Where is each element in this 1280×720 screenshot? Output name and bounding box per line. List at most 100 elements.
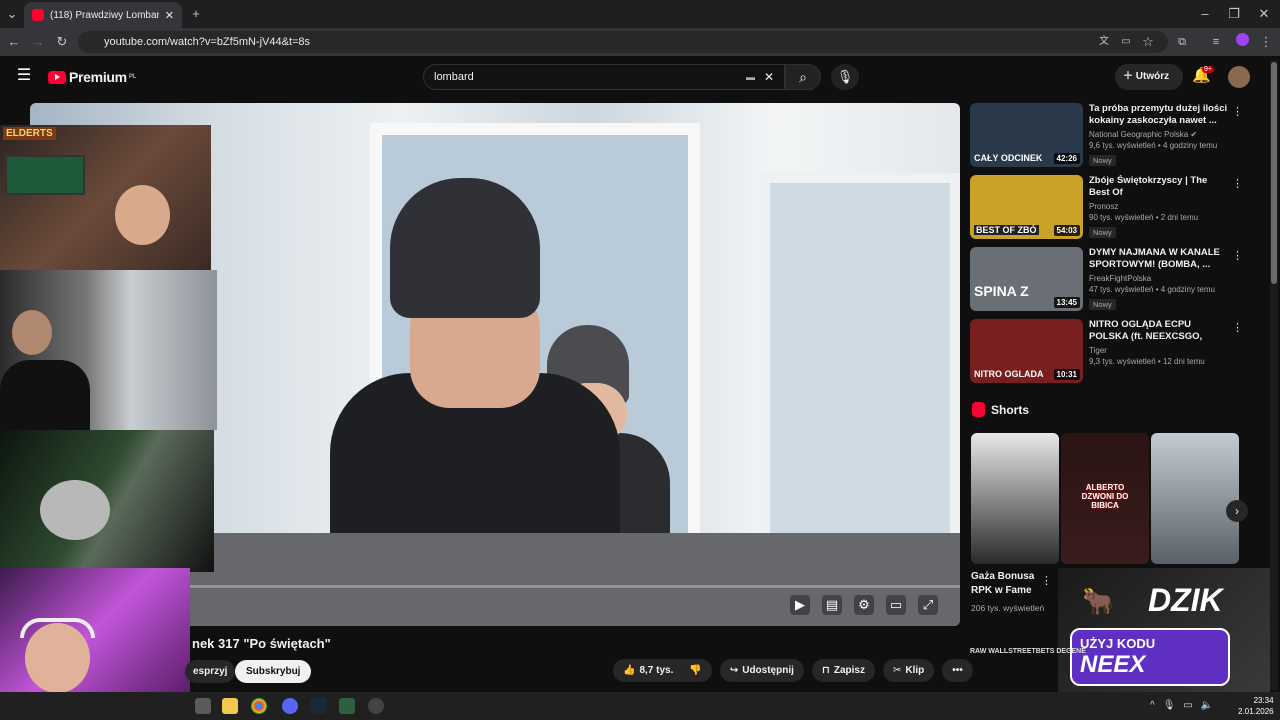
hamburger-menu-icon[interactable]: ☰ [14, 66, 34, 86]
search-input[interactable]: lombard ▬ ✕ [423, 64, 785, 90]
new-tab-icon[interactable]: + [186, 4, 206, 24]
dzik-ad-banner[interactable]: 🐂 DZIK UŻYJ KODU NEEX [1058, 568, 1270, 692]
forward-icon[interactable]: → [28, 32, 48, 52]
aquarium-image [5, 155, 85, 195]
reload-icon[interactable]: ↻ [52, 32, 72, 52]
next-recommendation-title[interactable]: RAW WALLSTREETBETS DEGENE [970, 648, 1086, 655]
microphone-tray-icon[interactable]: 🎙 [1163, 700, 1176, 711]
recommendation-title[interactable]: DYMY NAJMANA W KANALE SPORTOWYM! (BOMBA,… [1089, 247, 1229, 271]
app-icon[interactable] [339, 698, 355, 714]
short-thumbnail[interactable] [1151, 433, 1239, 564]
translate-icon[interactable]: 文 [1094, 32, 1114, 52]
subscribe-button[interactable]: Subskrybuj [235, 660, 312, 683]
close-tab-icon[interactable]: ✕ [165, 9, 174, 22]
webcam-overlay-4 [0, 568, 190, 692]
browser-menu-icon[interactable]: ⋮ [1256, 32, 1276, 52]
clear-search-icon[interactable]: ✕ [764, 65, 774, 89]
fullscreen-icon[interactable]: ⤢ [918, 595, 938, 615]
page-scrollbar-thumb[interactable] [1271, 62, 1277, 284]
more-options-icon[interactable]: ⋮ [1232, 249, 1243, 262]
file-explorer-icon[interactable] [222, 698, 238, 714]
shorts-heading-label: Shorts [991, 402, 1030, 417]
address-bar[interactable]: youtube.com/watch?v=bZf5mN-jV44&t=8s [78, 31, 1168, 53]
settings-gear-icon[interactable]: ⚙ [854, 595, 874, 615]
restore-icon[interactable]: ❐ [1224, 4, 1244, 24]
save-label: Zapisz [833, 665, 865, 676]
headphones-icon [20, 618, 95, 638]
recommendation-thumbnail[interactable]: BEST OF ZBÓ 54:03 [970, 175, 1083, 239]
recommendation-meta: 9,6 tys. wyświetleń • 4 godziny temu [1089, 141, 1218, 150]
recommendation-channel[interactable]: Pronosz [1089, 202, 1229, 211]
more-options-icon[interactable]: ⋮ [1232, 321, 1243, 334]
video-controls: ▶ ▤ ⚙ ▭ ⤢ [790, 595, 938, 615]
short-more-options-icon[interactable]: ⋮ [1041, 574, 1052, 587]
recommendation-title[interactable]: Ta próba przemytu dużej ilości kokainy z… [1089, 103, 1229, 127]
recommendation-channel[interactable]: Tiger [1089, 346, 1229, 355]
volume-icon[interactable]: 🔈 [1201, 700, 1213, 711]
taskbar-clock[interactable]: 23:34 2.01.2026 [1238, 695, 1274, 717]
theater-mode-icon[interactable]: ▭ [886, 595, 906, 615]
autoplay-toggle-icon[interactable]: ▶ [790, 595, 810, 615]
short-title[interactable]: Gaża Bonusa RPK w Fame [971, 570, 1051, 598]
network-icon[interactable]: ▭ [1183, 700, 1192, 711]
support-button[interactable]: esprzyj [185, 660, 236, 683]
tab-list-chevron-icon[interactable]: ⌄ [2, 4, 22, 24]
search-button[interactable]: ⌕ [785, 64, 821, 90]
short-thumbnail[interactable]: ALBERTO DZWONI DO BIBICA [1061, 433, 1149, 564]
browser-tab[interactable]: (118) Prawdziwy Lombard - Od ✕ [24, 2, 182, 28]
more-options-icon[interactable]: ⋮ [1232, 105, 1243, 118]
shorts-icon [972, 402, 985, 417]
recommendation-channel[interactable]: FreakFightPolska [1089, 274, 1229, 283]
account-avatar[interactable] [1228, 66, 1250, 88]
profile-icon[interactable] [1232, 32, 1252, 52]
create-button[interactable]: ＋ Utwórz [1115, 64, 1183, 90]
save-button[interactable]: ⊓ Zapisz [811, 659, 875, 682]
task-view-icon[interactable] [195, 698, 211, 714]
bookmark-star-icon[interactable]: ☆ [1138, 32, 1158, 52]
recommendation-thumbnail[interactable]: NITRO OGLADA 10:31 [970, 319, 1083, 383]
chrome-icon[interactable] [251, 698, 267, 714]
ad-promo-code-box: UŻYJ KODU NEEX [1070, 628, 1230, 686]
youtube-favicon-icon [32, 9, 44, 21]
close-window-icon[interactable]: ✕ [1254, 4, 1274, 24]
app-icon[interactable] [368, 698, 384, 714]
recommendation-item[interactable]: SPINA Z 13:45 DYMY NAJMANA W KANALE SPOR… [970, 247, 1260, 315]
keyboard-icon[interactable]: ▬ [746, 65, 755, 89]
more-options-icon[interactable]: ⋮ [1232, 177, 1243, 190]
back-icon[interactable]: ← [4, 32, 24, 52]
minimize-icon[interactable]: – [1195, 4, 1215, 24]
steam-icon[interactable] [310, 698, 326, 714]
recommendation-item[interactable]: CAŁY ODCINEK 42:26 Ta próba przemytu duż… [970, 103, 1260, 171]
voice-search-button[interactable]: 🎙 [831, 64, 859, 90]
recommendation-item[interactable]: NITRO OGLADA 10:31 NITRO OGLĄDA ECPU POL… [970, 319, 1260, 387]
bookmark-icon: ⊓ [821, 665, 830, 676]
reading-list-icon[interactable]: ≡ [1206, 32, 1226, 52]
shorts-next-chevron-icon[interactable]: › [1226, 500, 1248, 522]
notification-count-badge: 9+ [1202, 66, 1214, 73]
recommendation-thumbnail[interactable]: CAŁY ODCINEK 42:26 [970, 103, 1083, 167]
clip-button[interactable]: ✂ Klip [882, 659, 935, 682]
recommendation-title[interactable]: NITRO OGLĄDA ECPU POLSKA (ft. NEEXCSGO, … [1089, 319, 1229, 343]
duration-badge: 10:31 [1053, 369, 1080, 380]
recommendation-meta: 90 tys. wyświetleń • 2 dni temu [1089, 213, 1199, 222]
recommendation-title[interactable]: Zbóje Świętokrzyscy | The Best Of [1089, 175, 1229, 199]
webcam-overlay-1: ELDERTS [0, 125, 211, 270]
extensions-icon[interactable]: ⧉ [1172, 32, 1192, 52]
thumbs-down-icon[interactable]: 👎 [689, 665, 701, 676]
video-title: nek 317 "Po świętach" [192, 636, 331, 651]
like-button[interactable]: 👍 8,7 tys. 👎 [613, 659, 712, 682]
share-button[interactable]: ↪ Udostępnij [719, 659, 804, 682]
subtitles-icon[interactable]: ▤ [822, 595, 842, 615]
cast-icon[interactable]: ▭ [1116, 32, 1136, 52]
recommendation-channel[interactable]: National Geographic Polska ✔ [1089, 130, 1229, 139]
discord-icon[interactable] [282, 698, 298, 714]
youtube-logo[interactable]: Premium PL [48, 69, 136, 85]
short-thumbnail[interactable] [971, 433, 1059, 564]
more-actions-button[interactable]: ••• [942, 659, 973, 682]
webcam-overlay-2 [0, 270, 217, 430]
recommendation-item[interactable]: BEST OF ZBÓ 54:03 Zbóje Świętokrzyscy | … [970, 175, 1260, 243]
recommendation-thumbnail[interactable]: SPINA Z 13:45 [970, 247, 1083, 311]
tray-chevron-icon[interactable]: ^ [1150, 700, 1155, 711]
create-label: Utwórz [1135, 71, 1170, 82]
youtube-play-icon [48, 70, 66, 84]
